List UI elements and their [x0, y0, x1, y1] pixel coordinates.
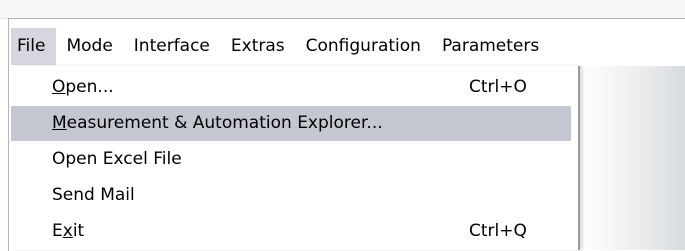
menu-extras[interactable]: Extras	[221, 28, 296, 65]
menu-item-label: Measurement & Automation Explorer...	[52, 113, 383, 133]
window-top-strip	[0, 0, 685, 19]
menu-item-label: Open...	[52, 77, 114, 97]
menu-item-send-mail[interactable]: Send Mail	[11, 178, 571, 213]
file-menu-dropdown: Open... Ctrl+O Measurement & Automation …	[11, 66, 580, 250]
menu-item-label: Exit	[52, 221, 85, 241]
shortcut-label: Ctrl+O	[469, 77, 527, 97]
menu-item-open[interactable]: Open... Ctrl+O	[11, 70, 571, 105]
application-window: File Mode Interface Extras Configuration…	[0, 0, 685, 251]
menu-configuration[interactable]: Configuration	[296, 28, 432, 65]
menu-mode[interactable]: Mode	[56, 28, 123, 65]
menu-bar: File Mode Interface Extras Configuration…	[11, 28, 685, 65]
shortcut-label: Ctrl+Q	[469, 221, 527, 241]
menu-item-exit[interactable]: Exit Ctrl+Q	[11, 214, 571, 249]
menu-item-label: Send Mail	[52, 185, 135, 205]
main-content-area	[578, 66, 685, 250]
menu-interface[interactable]: Interface	[124, 28, 221, 65]
menu-item-measurement-automation-explorer[interactable]: Measurement & Automation Explorer...	[11, 106, 571, 141]
menu-item-label: Open Excel File	[52, 149, 182, 169]
menu-parameters[interactable]: Parameters	[432, 28, 550, 65]
menu-item-open-excel-file[interactable]: Open Excel File	[11, 142, 571, 177]
menu-file[interactable]: File	[11, 28, 57, 65]
